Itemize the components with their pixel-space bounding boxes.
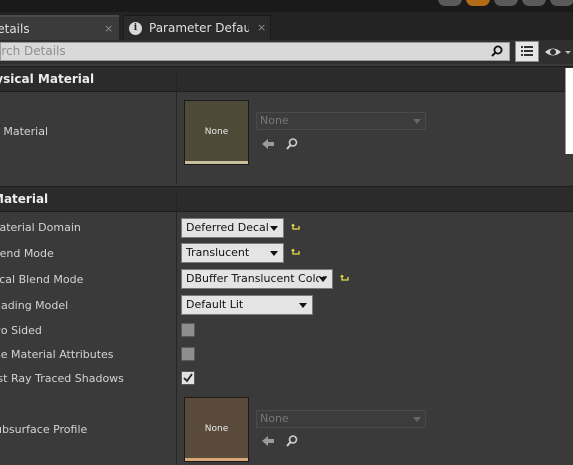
reset-to-default-icon[interactable] — [291, 248, 301, 258]
section-title: Physical Material — [0, 72, 95, 86]
toolbar-button-active[interactable] — [466, 0, 490, 6]
chevron-down-icon — [413, 417, 421, 422]
top-strip — [0, 0, 573, 12]
toolbar-button[interactable] — [550, 0, 573, 6]
section-title: Material — [0, 192, 49, 206]
property-label: Material Domain — [0, 221, 81, 234]
combo-value: None — [260, 412, 289, 425]
property-row-subsurface-profile: Subsurface Profile None None — [0, 390, 573, 465]
property-row-material-domain: Material Domain Deferred Decal — [0, 214, 573, 240]
property-label: Cast Ray Traced Shadows — [0, 372, 124, 385]
reset-to-default-icon[interactable] — [291, 223, 301, 233]
browse-magnifier-icon[interactable] — [285, 434, 299, 448]
phys-material-asset-combo[interactable]: None — [256, 112, 426, 130]
property-label: Shading Model — [0, 299, 69, 312]
toolbar-button[interactable] — [438, 0, 462, 6]
chevron-down-icon — [413, 119, 421, 124]
property-label: Phys Material — [0, 125, 49, 138]
eye-icon — [545, 48, 571, 56]
thumbnail-label: None — [204, 127, 229, 137]
property-label: Two Sided — [0, 324, 42, 337]
property-row-blend-mode: Blend Mode Translucent — [0, 240, 573, 266]
info-icon: i — [129, 21, 142, 35]
search-box[interactable] — [0, 42, 510, 61]
tab-bar: Details × i Parameter Defaults × — [0, 12, 573, 41]
shading-model-dropdown[interactable]: Default Lit — [181, 295, 313, 315]
phys-material-thumbnail[interactable]: None — [184, 100, 249, 165]
list-view-button[interactable] — [515, 41, 539, 62]
browse-magnifier-icon[interactable] — [285, 137, 299, 151]
thumbnail-type-bar — [185, 161, 248, 164]
property-label: Subsurface Profile — [0, 423, 88, 436]
use-selected-arrow-icon[interactable] — [261, 137, 275, 151]
view-options-button[interactable] — [543, 43, 573, 61]
property-row-cast-ray-traced-shadows: Cast Ray Traced Shadows — [0, 366, 573, 390]
subsurface-profile-thumbnail[interactable]: None — [184, 397, 249, 462]
tab-label: Parameter Defaults — [149, 21, 249, 35]
property-label: Decal Blend Mode — [0, 273, 84, 286]
chevron-down-icon — [270, 226, 278, 231]
dropdown-value: Deferred Decal — [186, 221, 269, 234]
property-row-phys-material: Phys Material None None — [0, 92, 573, 184]
overlapping-window-edge — [565, 68, 573, 154]
property-row-two-sided: Two Sided — [0, 318, 573, 342]
use-material-attributes-checkbox[interactable] — [181, 347, 195, 361]
property-row-shading-model: Shading Model Default Lit — [0, 292, 573, 318]
use-selected-arrow-icon[interactable] — [261, 434, 275, 448]
combo-value: None — [260, 114, 289, 127]
search-row — [0, 40, 573, 64]
search-input[interactable] — [0, 43, 459, 59]
two-sided-checkbox[interactable] — [181, 323, 195, 337]
reset-to-default-icon[interactable] — [340, 274, 350, 284]
decal-blend-mode-dropdown[interactable]: DBuffer Translucent Color — [181, 269, 333, 289]
toolbar-button[interactable] — [522, 0, 546, 6]
property-row-decal-blend-mode: Decal Blend Mode DBuffer Translucent Col… — [0, 266, 573, 292]
thumbnail-label: None — [204, 424, 229, 434]
checkmark-icon — [183, 373, 193, 383]
search-icon[interactable] — [491, 45, 503, 57]
property-label: Blend Mode — [0, 247, 54, 260]
chevron-down-icon — [270, 251, 278, 256]
close-icon[interactable]: × — [257, 21, 266, 34]
cast-ray-traced-shadows-checkbox[interactable] — [181, 371, 195, 385]
chevron-down-icon — [319, 277, 327, 282]
close-icon[interactable]: × — [104, 22, 113, 35]
section-material[interactable]: Material — [0, 186, 573, 212]
toolbar-button[interactable] — [494, 0, 518, 6]
thumbnail-type-bar — [185, 458, 248, 461]
tab-label: Details — [0, 21, 30, 36]
dropdown-value: Translucent — [186, 246, 250, 259]
tab-parameter-defaults[interactable]: i Parameter Defaults × — [123, 15, 271, 40]
tab-details[interactable]: Details × — [0, 15, 119, 40]
dropdown-value: DBuffer Translucent Color — [186, 272, 327, 285]
material-domain-dropdown[interactable]: Deferred Decal — [181, 218, 284, 238]
section-physical-material[interactable]: Physical Material — [0, 66, 573, 92]
dropdown-value: Default Lit — [186, 298, 244, 311]
blend-mode-dropdown[interactable]: Translucent — [181, 243, 284, 263]
property-label: Use Material Attributes — [0, 348, 114, 361]
subsurface-profile-asset-combo[interactable]: None — [256, 410, 426, 428]
property-row-use-material-attributes: Use Material Attributes — [0, 342, 573, 366]
list-view-icon — [521, 46, 533, 56]
chevron-down-icon — [299, 303, 307, 308]
